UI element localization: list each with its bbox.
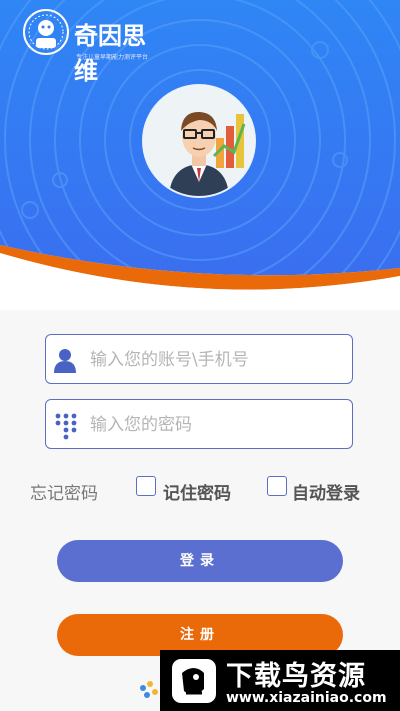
logo-mascot-icon: [23, 9, 69, 55]
user-avatar: [144, 86, 254, 196]
auto-login-label[interactable]: 自动登录: [292, 479, 360, 504]
remember-password-checkbox[interactable]: [136, 476, 156, 496]
keypad-icon: [55, 413, 77, 440]
logo-tagline: 专注儿童早期能力测评平台: [76, 54, 149, 61]
user-icon: [54, 349, 76, 373]
account-field[interactable]: [45, 334, 353, 385]
watermark-banner: 下载鸟资源 www.xiazainiao.com: [160, 650, 400, 711]
login-button[interactable]: 登录: [57, 540, 343, 582]
password-input[interactable]: [88, 400, 342, 450]
watermark-url: www.xiazainiao.com: [226, 690, 387, 706]
auto-login-checkbox[interactable]: [267, 476, 287, 496]
watermark-bird-icon: [182, 668, 204, 695]
watermark-title: 下载鸟资源: [226, 661, 366, 692]
account-input[interactable]: [88, 335, 342, 385]
password-field[interactable]: [45, 399, 353, 450]
loading-dots-icon: [140, 681, 158, 698]
header-banner: 奇因思维 专注儿童早期能力测评平台: [0, 0, 400, 310]
logo-text: 奇因思维: [74, 22, 146, 85]
app-logo: 奇因思维 专注儿童早期能力测评平台: [22, 8, 162, 85]
login-options: 忘记密码 记住密码 自动登录: [30, 476, 380, 504]
forgot-password-link[interactable]: 忘记密码: [30, 479, 98, 504]
remember-password-label[interactable]: 记住密码: [163, 479, 231, 504]
avatar-illustration: [144, 86, 254, 196]
watermark-logo-icon: [172, 659, 216, 703]
